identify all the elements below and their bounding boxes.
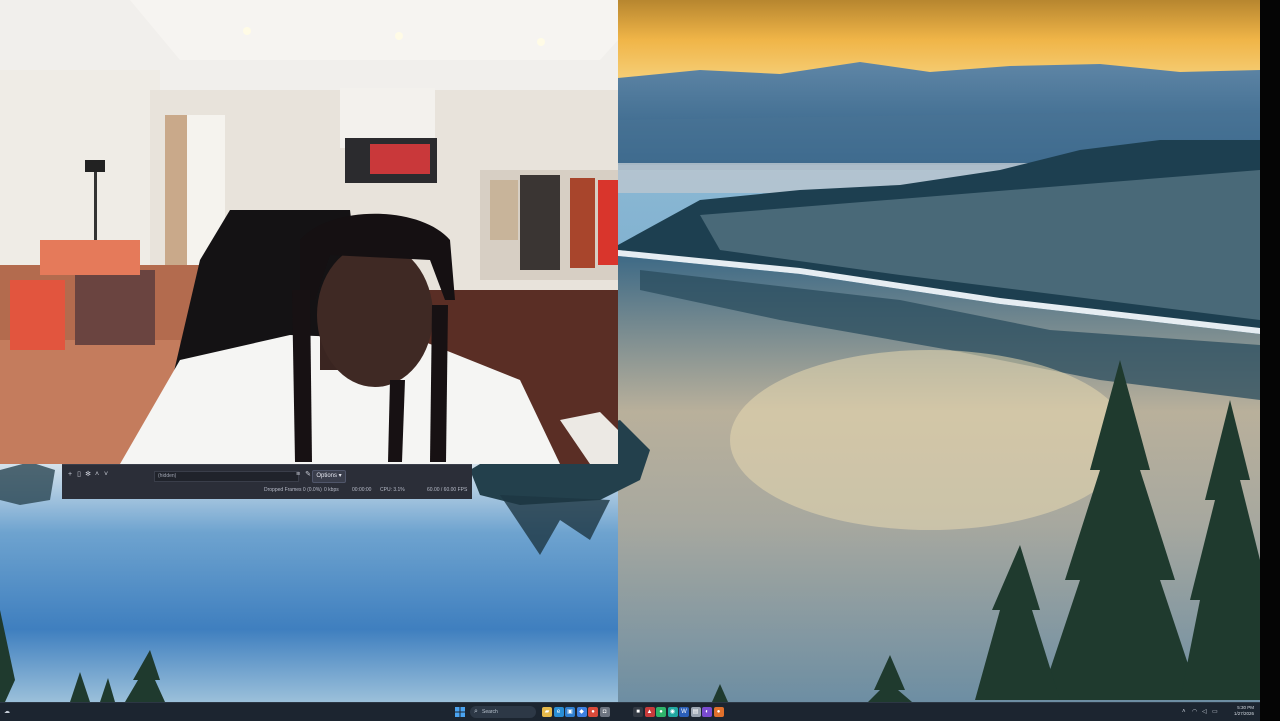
taskbar-app-app-light-icon[interactable]: ▤ [690,707,701,717]
recording-time-stat: 00:00:00 [352,487,372,493]
webcam-image [0,0,618,464]
taskbar-app-file-explorer-icon[interactable]: ▰ [542,707,552,717]
options-button[interactable]: Options ▾ [312,470,346,483]
wifi-icon[interactable]: ◠ [1192,707,1197,717]
gear-icon[interactable]: ✻ [84,471,92,479]
taskbar-app-app-red-icon[interactable]: ▲ [644,707,655,717]
cpu-stat: CPU: 3.1% [380,487,405,493]
taskbar-search-box[interactable]: ⌕ Search [470,706,536,718]
trash-icon[interactable]: ▯ [75,471,83,479]
list-icon[interactable]: ≡ [294,471,302,479]
add-icon[interactable]: + [66,471,74,479]
search-icon: ⌕ [474,708,478,715]
obs-toolbar: + ▯ ✻ ˄ ˅ (hidden) ≡ ✎ Options ▾ [62,470,472,483]
taskbar-app-app-dark-icon[interactable]: ■ [633,707,643,717]
taskbar-app-app-teal-icon[interactable]: ◉ [667,707,678,717]
taskbar-app-app-blue-icon[interactable]: ◆ [576,707,587,717]
taskbar-app-edge-icon[interactable]: e [553,707,564,717]
taskbar: ☁ ⌕ Search ▰ e ▣ ◆ ● ◘ ■ ▲ ● ◉ W ▤ ◐ ● ˄ ◠ ◁ ▭ 5:30 P… [0,702,1260,721]
taskbar-clock[interactable]: 5:30 PM 1/27/2026 [1234,705,1254,717]
battery-icon[interactable]: ▭ [1212,707,1218,717]
obs-source-field[interactable]: (hidden) [154,471,299,482]
screen-edge-bar [1260,0,1280,720]
webcam-feed [0,0,618,464]
widgets-icon[interactable]: ☁ [4,708,10,715]
search-label: Search [482,709,498,715]
windows-start-icon[interactable] [455,707,465,717]
taskbar-app-app-green-icon[interactable]: ● [656,707,666,717]
taskbar-app-chrome-icon[interactable]: ● [588,707,598,717]
taskbar-app-app-orange-icon[interactable]: ● [713,707,724,717]
bitrate-stat: 0 kbps [324,487,339,493]
taskbar-app-store-icon[interactable]: ▣ [565,707,575,717]
dropped-frames-stat: Dropped Frames 0 (0.0%) [264,487,322,493]
taskbar-app-word-icon[interactable]: W [679,707,689,717]
taskbar-app-app-purple-icon[interactable]: ◐ [702,707,712,717]
pencil-icon[interactable]: ✎ [304,471,312,479]
options-button-label: Options [316,473,337,479]
fps-stat: 60.00 / 60.00 FPS [427,487,468,493]
tray-chevron-icon[interactable]: ˄ [1182,707,1186,717]
obs-controls-strip: + ▯ ✻ ˄ ˅ (hidden) ≡ ✎ Options ▾ Dropped… [62,464,472,499]
chevron-up-icon[interactable]: ˄ [93,471,101,479]
taskbar-app-app-grey-icon[interactable]: ◘ [599,707,610,717]
clock-date: 1/27/2026 [1233,711,1254,716]
chevron-down-icon[interactable]: ˅ [102,471,110,479]
obs-status-bar: Dropped Frames 0 (0.0%) 0 kbps 00:00:00 … [62,487,472,497]
volume-icon[interactable]: ◁ [1202,707,1207,717]
